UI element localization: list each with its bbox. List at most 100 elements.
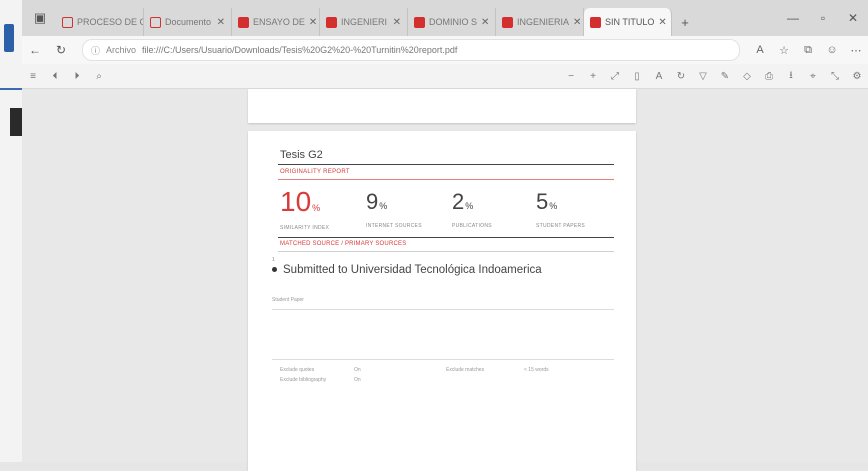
exclude-bib-value: On: [354, 377, 361, 383]
close-tab-icon[interactable]: ✕: [217, 17, 225, 28]
tab-label: PROCESO DE C: [77, 17, 144, 27]
divider-red: [278, 179, 614, 180]
url-text: file:///C:/Users/Usuario/Downloads/Tesis…: [142, 45, 458, 55]
close-tab-icon[interactable]: ✕: [309, 17, 317, 28]
tab-active[interactable]: SIN TITULO ✕: [584, 8, 672, 36]
exclude-quotes-value: On: [354, 367, 361, 373]
favicon-icon: [150, 16, 161, 28]
window-controls: — ▫ ✕: [778, 0, 868, 36]
page-fwd-icon[interactable]: ⏵: [66, 71, 88, 82]
contents-icon[interactable]: ≡: [22, 71, 44, 82]
minimize-icon[interactable]: —: [778, 11, 808, 25]
divider: [272, 309, 614, 310]
tab-label: DOMINIO S: [429, 17, 478, 27]
url-field[interactable]: ⓘ Archivo file:///C:/Users/Usuario/Downl…: [82, 39, 740, 61]
maximize-icon[interactable]: ▫: [808, 11, 838, 25]
zoom-in-icon[interactable]: +: [582, 71, 604, 82]
pdf-toolbar: ≡ ⏴ ⏵ ⌕ − + ⤢ ▯ A ↻ ▽ ✎ ◇ ⎙ ⭳ ⌖ ⤡ ⚙: [22, 64, 868, 89]
tab[interactable]: ENSAYO DE ✕: [232, 8, 320, 36]
collections-icon[interactable]: ⧉: [796, 44, 820, 57]
tab[interactable]: INGENIERI ✕: [320, 8, 408, 36]
info-icon: ⓘ: [91, 45, 101, 56]
draw-icon[interactable]: ✎: [714, 71, 736, 82]
pdf-viewer[interactable]: Tesis G2 ORIGINALITY REPORT 10% SIMILARI…: [22, 89, 868, 471]
stat-unit: %: [549, 201, 558, 211]
erase-icon[interactable]: ◇: [736, 71, 758, 82]
tab-bar: ▣ PROCESO DE C✕ Documento✕ ENSAYO DE✕ IN…: [22, 0, 868, 36]
originality-label: ORIGINALITY REPORT: [280, 169, 350, 175]
new-tab-button[interactable]: +: [672, 8, 698, 36]
pdf-page: Tesis G2 ORIGINALITY REPORT 10% SIMILARI…: [248, 131, 636, 471]
pdf-page-previous: [248, 89, 636, 123]
stat-value: 9: [366, 189, 379, 214]
source-entry: Submitted to Universidad Tecnológica Ind…: [272, 263, 572, 278]
refresh-icon[interactable]: ↻: [48, 43, 74, 57]
search-icon[interactable]: ⌕: [88, 71, 110, 82]
tab[interactable]: INGENIERIA ✕: [496, 8, 584, 36]
close-tab-icon[interactable]: ✕: [573, 17, 581, 28]
stat-label: SIMILARITY INDEX: [280, 225, 330, 231]
favorite-star-icon[interactable]: ☆: [772, 44, 796, 57]
fullscreen-icon[interactable]: ⤡: [824, 71, 846, 82]
exclude-quotes-label: Exclude quotes: [280, 367, 315, 373]
taskbar-app-icon[interactable]: [4, 24, 14, 52]
source-type: Student Paper: [272, 297, 304, 303]
save-icon[interactable]: ⭳: [780, 68, 802, 85]
tab-label: INGENIERIA: [517, 17, 570, 27]
divider: [278, 251, 614, 252]
stat-internet: 9% INTERNET SOURCES: [366, 187, 422, 229]
tab-label: SIN TITULO: [605, 17, 655, 27]
source-text: Submitted to Universidad Tecnológica Ind…: [283, 264, 542, 276]
tab-label: ENSAYO DE: [253, 17, 305, 27]
read-aloud-tool-icon[interactable]: A: [648, 71, 670, 82]
bullet-icon: [272, 267, 277, 273]
divider: [278, 237, 614, 238]
favicon-icon: [238, 16, 249, 28]
taskbar-edge: [0, 0, 23, 462]
tab[interactable]: Documento ✕: [144, 8, 232, 36]
exclude-matches-label: Exclude matches: [446, 367, 485, 373]
stat-label: PUBLICATIONS: [452, 223, 492, 229]
rotate-icon[interactable]: ↻: [670, 71, 692, 82]
pin-icon[interactable]: ⌖: [802, 71, 824, 82]
divider: [272, 359, 614, 360]
stat-label: STUDENT PAPERS: [536, 223, 586, 229]
highlight-icon[interactable]: ▽: [692, 71, 714, 82]
page-back-icon[interactable]: ⏴: [44, 71, 66, 82]
taskbar-app-icon-dark[interactable]: [10, 108, 22, 136]
pdf-favicon-icon: [590, 16, 601, 28]
report-title: Tesis G2: [280, 149, 323, 161]
close-window-icon[interactable]: ✕: [838, 11, 868, 25]
tab-actions-icon[interactable]: ▣: [28, 6, 52, 30]
print-icon[interactable]: ⎙: [758, 71, 780, 82]
close-tab-icon[interactable]: ✕: [481, 17, 489, 28]
exclude-matches-value: < 15 words: [524, 367, 549, 373]
stat-unit: %: [465, 201, 474, 211]
address-bar: ← ↻ ⓘ Archivo file:///C:/Users/Usuario/D…: [22, 36, 868, 65]
more-menu-icon[interactable]: ⋯: [844, 44, 868, 57]
stat-similarity: 10% SIMILARITY INDEX: [280, 186, 330, 232]
close-tab-icon[interactable]: ✕: [658, 17, 666, 28]
close-tab-icon[interactable]: ✕: [393, 17, 401, 28]
favicon-icon: [502, 16, 513, 28]
stat-unit: %: [312, 203, 321, 213]
profile-icon[interactable]: ☺: [820, 44, 844, 56]
stat-unit: %: [379, 201, 388, 211]
stat-student: 5% STUDENT PAPERS: [536, 187, 585, 229]
settings-gear-icon[interactable]: ⚙: [846, 71, 868, 82]
read-aloud-icon[interactable]: A: [748, 44, 772, 56]
tab[interactable]: DOMINIO S ✕: [408, 8, 496, 36]
page-view-icon[interactable]: ▯: [626, 71, 648, 82]
match-label: MATCHED SOURCE / PRIMARY SOURCES: [280, 241, 407, 247]
url-prefix: Archivo: [106, 45, 137, 55]
fit-page-icon[interactable]: ⤢: [604, 71, 626, 82]
tab[interactable]: PROCESO DE C✕: [56, 8, 144, 36]
favicon-icon: [414, 16, 425, 28]
zoom-out-icon[interactable]: −: [560, 71, 582, 82]
stat-label: INTERNET SOURCES: [366, 223, 422, 229]
stat-value: 10: [280, 186, 312, 217]
tab-label: INGENIERI: [341, 17, 388, 27]
favicon-icon: [326, 16, 337, 28]
stat-value: 2: [452, 189, 465, 214]
back-icon[interactable]: ←: [22, 43, 48, 57]
